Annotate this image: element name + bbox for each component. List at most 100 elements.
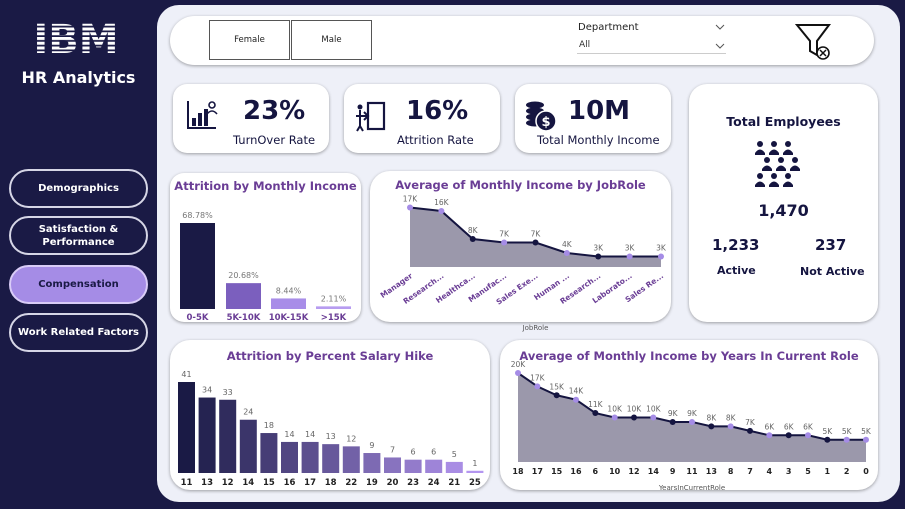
nav-demographics-button[interactable]: Demographics bbox=[9, 169, 148, 208]
data-label: 6 bbox=[411, 448, 416, 457]
data-point bbox=[766, 432, 773, 439]
tick-label: 19 bbox=[366, 478, 378, 488]
data-point bbox=[708, 423, 715, 430]
tick-label: 21 bbox=[448, 478, 460, 488]
people-group-icon bbox=[755, 141, 800, 187]
data-label: 7K bbox=[531, 230, 542, 239]
not-active-employees-label: Not Active bbox=[800, 265, 865, 278]
tick-label: 0 bbox=[863, 467, 869, 476]
department-dropdown[interactable]: All bbox=[577, 38, 726, 54]
tick-label: 18 bbox=[325, 478, 337, 488]
chevron-down-icon[interactable] bbox=[715, 24, 725, 31]
total-monthly-income-label: Total Monthly Income bbox=[537, 133, 660, 147]
data-label: 17K bbox=[530, 373, 546, 382]
data-label: 4K bbox=[562, 240, 573, 249]
tick-label: 17 bbox=[304, 478, 316, 488]
data-label: 6K bbox=[803, 422, 814, 431]
data-label: 17K bbox=[403, 195, 419, 204]
axis-title: YearsInCurrentRole bbox=[658, 484, 725, 492]
chart-svg: 4111341333122414181514161417131812229197… bbox=[178, 370, 484, 488]
tick-label: 12 bbox=[628, 467, 639, 476]
data-point bbox=[563, 250, 570, 256]
data-point bbox=[727, 423, 734, 430]
data-label: 14K bbox=[569, 387, 585, 396]
filter-bar: Female Male Department All bbox=[170, 16, 874, 65]
data-point bbox=[611, 414, 618, 421]
tick-label: 23 bbox=[407, 478, 419, 488]
sidebar: IBM HR Analytics Demographics Satisfacti… bbox=[0, 0, 157, 509]
data-label: 7K bbox=[745, 418, 756, 427]
total-monthly-income-value: 10M bbox=[568, 96, 631, 126]
bar bbox=[281, 441, 298, 473]
data-label: 5 bbox=[452, 450, 457, 459]
coins-dollar-icon: $ bbox=[526, 101, 557, 132]
tick-label: 1 bbox=[825, 467, 831, 476]
chart-svg: 17KManager16KResearch...8KHealthca...7KM… bbox=[379, 195, 667, 333]
not-active-employees-value: 237 bbox=[815, 236, 847, 254]
data-label: 10K bbox=[627, 405, 643, 414]
data-label: 15K bbox=[549, 382, 565, 391]
turnover-rate-card: 23% TurnOver Rate bbox=[173, 84, 329, 153]
turnover-rate-label: TurnOver Rate bbox=[233, 133, 316, 147]
data-label: 6K bbox=[784, 422, 795, 431]
data-point bbox=[595, 253, 602, 260]
tick-label: 10K-15K bbox=[269, 313, 309, 322]
nav-satisfaction-performance-button[interactable]: Satisfaction & Performance bbox=[9, 216, 148, 255]
bar bbox=[219, 399, 237, 473]
data-label: 34 bbox=[202, 386, 212, 395]
data-point bbox=[438, 208, 445, 214]
nav-compensation-button[interactable]: Compensation bbox=[9, 265, 148, 304]
attrition-rate-value: 16% bbox=[406, 96, 469, 126]
data-label: 8K bbox=[726, 413, 737, 422]
data-point bbox=[650, 414, 657, 421]
tick-label: 24 bbox=[428, 478, 440, 488]
tick-label: 7 bbox=[747, 467, 753, 476]
data-label: 16K bbox=[434, 198, 450, 207]
attrition-by-salary-hike-chart: Attrition by Percent Salary Hike 41 11 34 1… bbox=[170, 340, 490, 490]
tick-label: 14 bbox=[242, 478, 254, 488]
tick-label: 20 bbox=[387, 478, 399, 488]
data-point bbox=[592, 410, 599, 417]
tick-label: 0-5K bbox=[187, 313, 209, 322]
bar bbox=[342, 446, 360, 473]
total-monthly-income-card: $ 10M Total Monthly Income bbox=[515, 84, 671, 153]
data-point bbox=[805, 432, 811, 439]
tick-label: 6 bbox=[593, 467, 599, 476]
main-canvas: Female Male Department All 23% TurnOver … bbox=[157, 5, 900, 502]
data-point bbox=[689, 418, 695, 425]
total-employees-title: Total Employees bbox=[726, 114, 841, 129]
bar bbox=[198, 397, 216, 473]
data-label: 1 bbox=[472, 459, 477, 468]
data-label: 5K bbox=[861, 427, 872, 436]
data-label: 10K bbox=[607, 405, 623, 414]
data-label: 6 bbox=[431, 448, 436, 457]
bar bbox=[271, 298, 306, 309]
bar bbox=[180, 223, 215, 309]
data-label: 8.44% bbox=[276, 286, 302, 295]
ibm-logo: IBM bbox=[30, 17, 122, 63]
tick-label: 22 bbox=[345, 478, 357, 488]
bar bbox=[239, 419, 257, 473]
bar bbox=[178, 382, 195, 473]
data-point bbox=[534, 383, 541, 390]
data-label: 11K bbox=[588, 400, 604, 409]
tick-label: 16 bbox=[570, 467, 582, 476]
data-point bbox=[469, 236, 476, 242]
bar bbox=[404, 459, 422, 473]
data-label: 20K bbox=[511, 360, 527, 369]
nav-work-related-factors-button[interactable]: Work Related Factors bbox=[9, 313, 148, 352]
male-filter-button[interactable]: Male bbox=[291, 20, 372, 60]
data-point bbox=[669, 418, 676, 425]
attrition-rate-card: 16% Attrition Rate bbox=[344, 84, 500, 153]
data-point bbox=[631, 414, 637, 421]
data-label: 13 bbox=[326, 432, 336, 441]
data-label: 68.78% bbox=[182, 211, 213, 220]
bar bbox=[384, 457, 401, 473]
data-point bbox=[501, 239, 508, 246]
filter-clear-icon[interactable] bbox=[795, 22, 833, 62]
active-employees-label: Active bbox=[717, 264, 756, 277]
data-point bbox=[824, 436, 831, 443]
female-filter-button[interactable]: Female bbox=[209, 20, 290, 60]
tick-label: 13 bbox=[706, 467, 717, 476]
data-label: 33 bbox=[223, 388, 233, 397]
